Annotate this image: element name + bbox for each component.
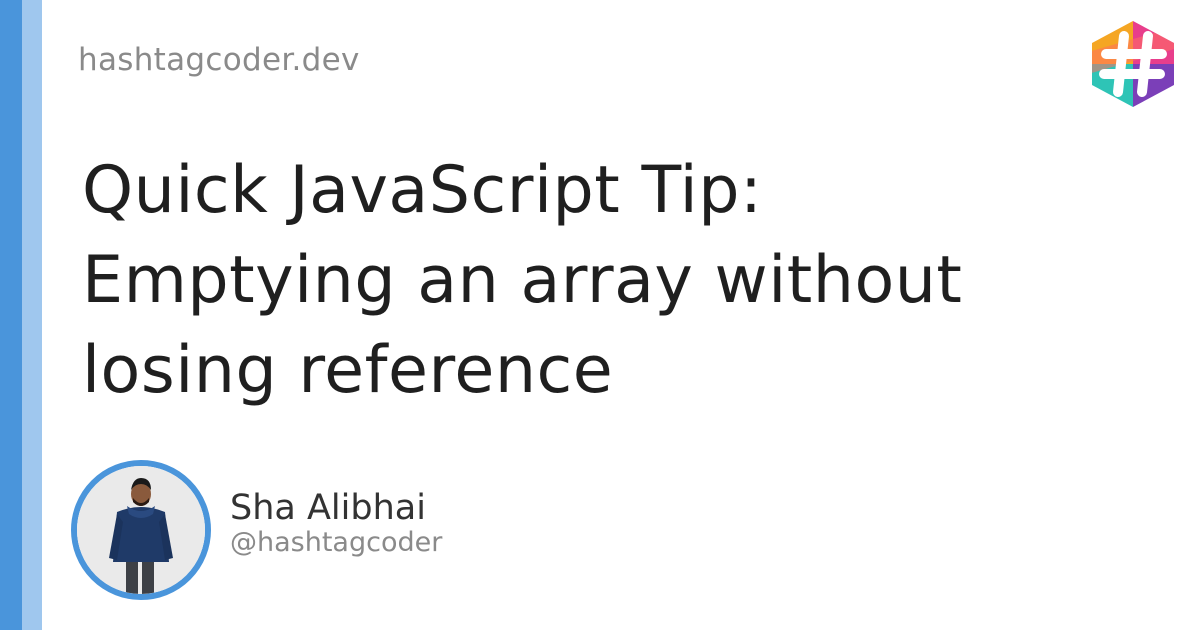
title-line: Emptying an array without [82, 243, 963, 318]
site-url[interactable]: hashtagcoder.dev [78, 42, 360, 78]
title-line: Quick JavaScript Tip: [82, 153, 763, 228]
accent-bar-dark [0, 0, 22, 630]
author-name: Sha Alibhai [230, 488, 426, 528]
title-line: losing reference [82, 333, 614, 408]
author-handle[interactable]: @hashtagcoder [230, 527, 442, 558]
hashtag-logo-icon[interactable] [1088, 18, 1178, 110]
author-avatar-photo [77, 466, 205, 594]
article-title: Quick JavaScript Tip: Emptying an array … [82, 146, 1142, 416]
author-avatar[interactable] [71, 460, 211, 600]
accent-bar-light [22, 0, 42, 630]
